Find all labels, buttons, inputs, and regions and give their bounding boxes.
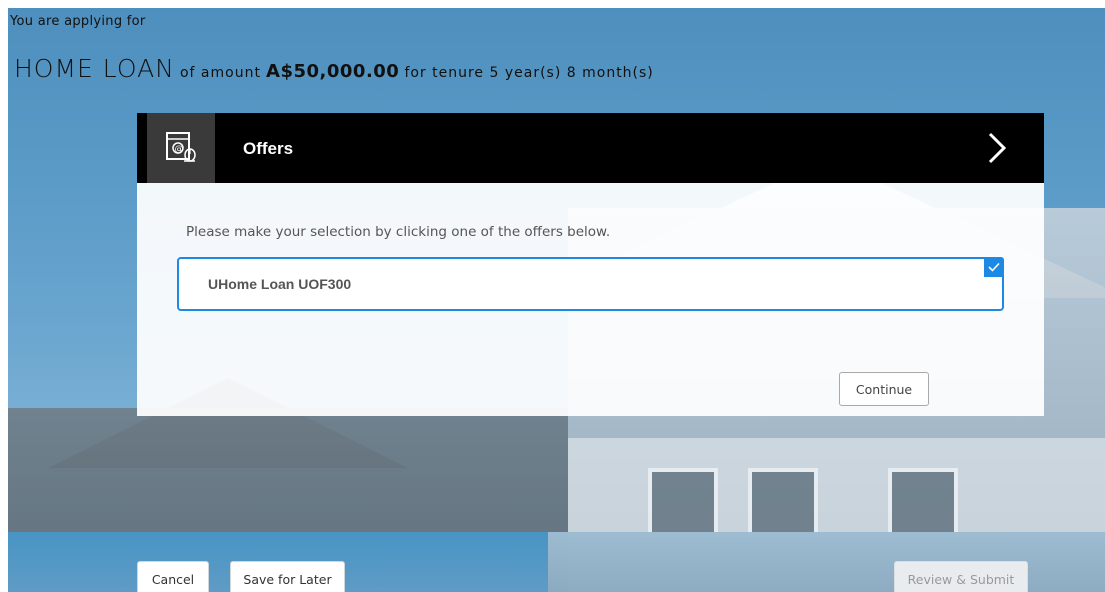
loan-amount: A$50,000.00 — [266, 61, 400, 82]
offer-label: UHome Loan UOF300 — [208, 276, 352, 292]
offers-panel: @ Offers Please make your selection by c… — [137, 113, 1044, 416]
offers-title: Offers — [243, 139, 294, 158]
background-window — [648, 468, 718, 538]
continue-button[interactable]: Continue — [839, 372, 929, 406]
svg-text:@: @ — [175, 145, 184, 155]
offer-document-icon: @ — [147, 113, 215, 183]
checkmark-icon — [984, 257, 1004, 277]
save-for-later-button[interactable]: Save for Later — [230, 561, 345, 592]
chevron-right-icon[interactable] — [980, 131, 1014, 165]
review-submit-button[interactable]: Review & Submit — [894, 561, 1028, 592]
tenure-text: for tenure 5 year(s) 8 month(s) — [404, 65, 654, 81]
cancel-button[interactable]: Cancel — [137, 561, 209, 592]
product-name: HOME LOAN — [14, 54, 175, 83]
offers-instruction: Please make your selection by clicking o… — [186, 224, 611, 240]
loan-heading: HOME LOAN of amount A$50,000.00 for tenu… — [14, 54, 654, 83]
background-window — [748, 468, 818, 538]
of-amount-text: of amount — [179, 65, 261, 81]
offer-card[interactable]: UHome Loan UOF300 — [177, 257, 1004, 311]
offers-panel-header: @ Offers — [137, 113, 1044, 183]
applying-for-text: You are applying for — [10, 14, 146, 29]
background-window — [888, 468, 958, 538]
